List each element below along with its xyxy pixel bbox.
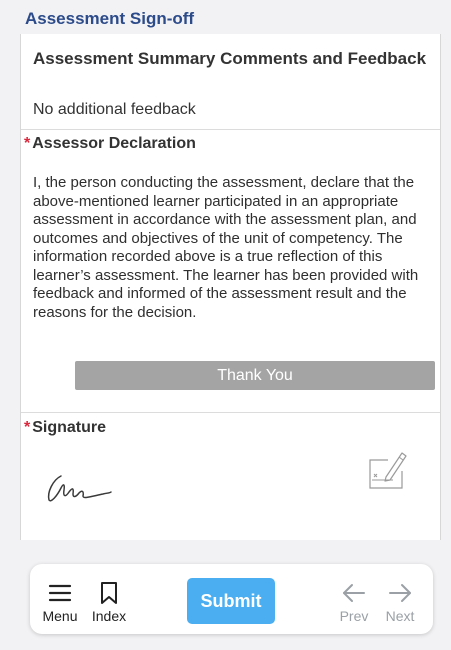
divider xyxy=(21,412,440,413)
divider xyxy=(21,129,440,130)
menu-label: Menu xyxy=(42,608,78,624)
summary-title: Assessment Summary Comments and Feedback xyxy=(33,49,427,68)
declaration-text: I, the person conducting the assessment,… xyxy=(33,174,419,321)
declaration-title-label: Assessor Declaration xyxy=(32,135,196,152)
signature-image xyxy=(43,470,113,509)
next-button[interactable]: Next xyxy=(380,564,420,634)
arrow-left-icon xyxy=(343,584,365,602)
required-marker: * xyxy=(24,135,31,152)
thank-you-button[interactable]: Thank You xyxy=(75,361,435,390)
bookmark-icon xyxy=(101,582,117,604)
hamburger-menu-icon xyxy=(48,584,72,602)
section-header: Assessment Sign-off xyxy=(0,0,451,34)
menu-button[interactable]: Menu xyxy=(38,564,82,634)
prev-label: Prev xyxy=(339,608,369,624)
bottom-toolbar: Menu Index Submit Prev Next xyxy=(30,564,433,634)
arrow-right-icon xyxy=(389,584,411,602)
signature-title: * Signature xyxy=(24,419,106,437)
signature-edit-icon[interactable] xyxy=(366,449,408,496)
index-button[interactable]: Index xyxy=(86,564,132,634)
required-marker: * xyxy=(24,419,31,436)
form-card: Assessment Summary Comments and Feedback… xyxy=(20,34,441,540)
signature-title-label: Signature xyxy=(32,419,107,436)
next-label: Next xyxy=(385,608,415,624)
index-label: Index xyxy=(91,608,127,624)
summary-text: No additional feedback xyxy=(33,101,196,118)
declaration-title: * Assessor Declaration xyxy=(24,135,196,153)
prev-button[interactable]: Prev xyxy=(336,564,372,634)
submit-button[interactable]: Submit xyxy=(187,578,275,624)
